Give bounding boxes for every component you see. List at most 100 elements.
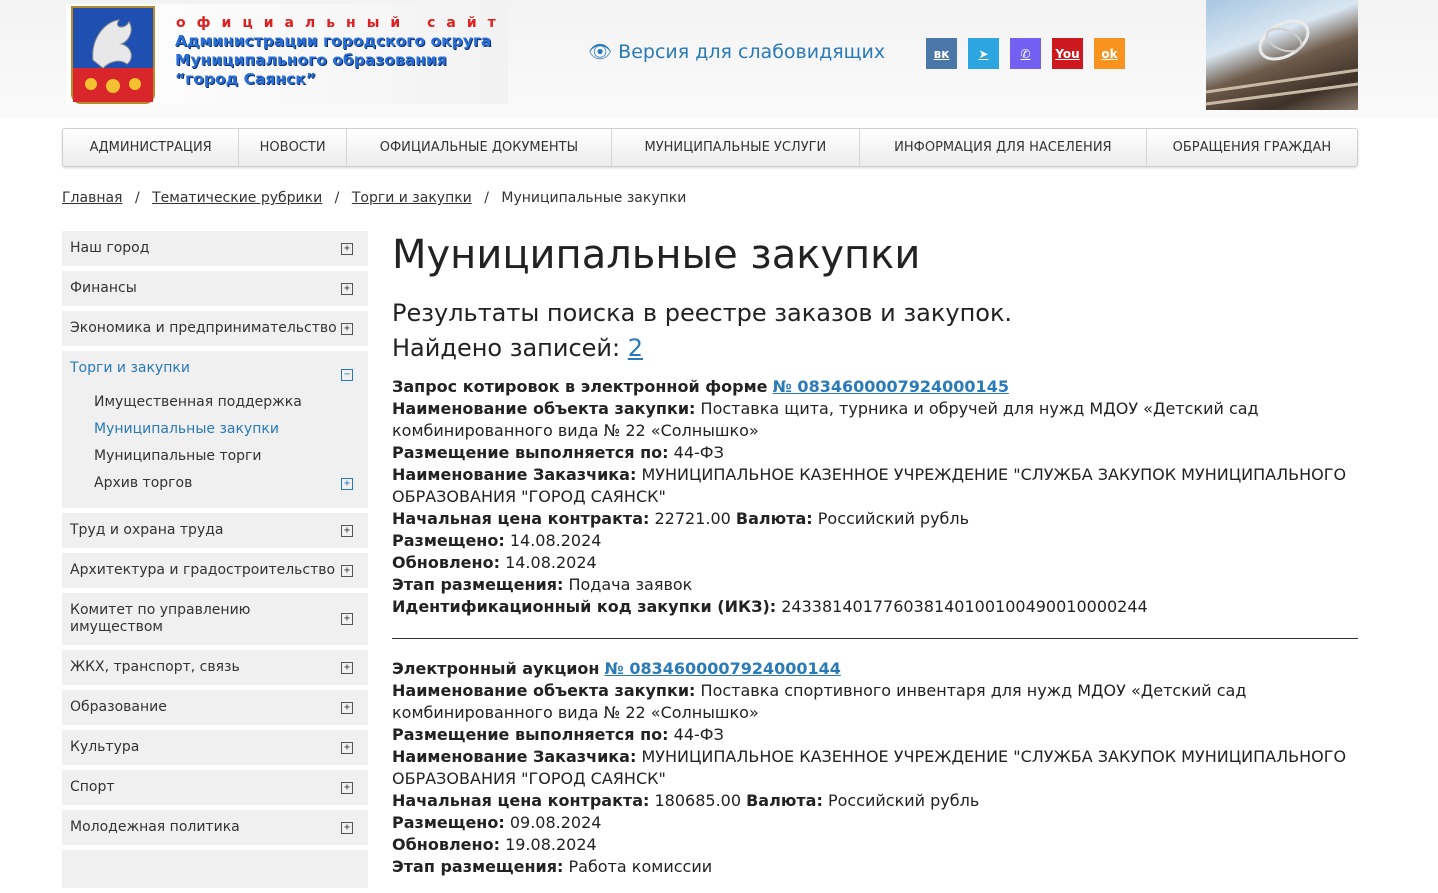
telegram-icon[interactable]: ➤	[968, 38, 999, 69]
sidebar-item-finance[interactable]: Финансы +	[62, 271, 368, 306]
sidebar-item-label: Экономика и предпринимательство	[70, 320, 337, 336]
sidebar-item-education[interactable]: Образование +	[62, 690, 368, 725]
field-label: Обновлено:	[392, 835, 500, 854]
nav-item-official-documents[interactable]: Официальные документы	[347, 129, 612, 166]
expand-plus-icon[interactable]: +	[341, 564, 353, 577]
sidebar-item-youth-policy[interactable]: Молодежная политика +	[62, 810, 368, 845]
field-label: Валюта:	[746, 791, 823, 810]
page-title: Муниципальные закупки	[392, 232, 921, 278]
expand-plus-icon[interactable]: +	[341, 477, 353, 490]
field-label: Наименование Заказчика:	[392, 747, 637, 766]
coat-of-arms-icon	[71, 6, 155, 104]
record-type: Запрос котировок в электронной форме	[392, 377, 768, 396]
vk-icon[interactable]: вк	[926, 38, 957, 69]
site-name-line: “город Саянск”	[175, 70, 316, 88]
record-currency: Российский рубль	[827, 791, 980, 810]
site-logo[interactable]: официальный сайт Администрации городског…	[66, 4, 508, 104]
record-divider	[392, 638, 1358, 639]
expand-plus-icon[interactable]: +	[341, 524, 353, 537]
record-updated-date: 14.08.2024	[505, 553, 597, 572]
main-content: Муниципальные закупки Результаты поиска …	[392, 228, 1358, 878]
nav-item-municipal-services[interactable]: Муниципальные услуги	[612, 129, 860, 166]
record-type: Электронный аукцион	[392, 659, 600, 678]
field-label: Начальная цена контракта:	[392, 791, 650, 810]
viber-icon[interactable]: ✆	[1010, 38, 1041, 69]
breadcrumb-section[interactable]: Торги и закупки	[352, 190, 472, 206]
sidebar-item-architecture[interactable]: Архитектура и градостроительство +	[62, 553, 368, 588]
field-label: Идентификационный код закупки (ИКЗ):	[392, 597, 777, 616]
site-header: официальный сайт Администрации городског…	[0, 0, 1438, 118]
youtube-icon[interactable]: You	[1052, 38, 1083, 69]
field-label: Этап размещения:	[392, 575, 564, 594]
record-law: 44-ФЗ	[673, 725, 724, 744]
breadcrumb-separator: /	[334, 190, 340, 206]
expand-plus-icon[interactable]: +	[341, 661, 353, 674]
sidebar-item-label: Образование	[70, 699, 167, 715]
sidebar-item-label: Спорт	[70, 779, 115, 795]
field-label: Наименование объекта закупки:	[392, 399, 696, 418]
breadcrumb-current: Муниципальные закупки	[501, 190, 687, 206]
expand-plus-icon[interactable]: +	[341, 282, 353, 295]
sidebar-subitem-tender-archive[interactable]: Архив торгов +	[70, 470, 353, 497]
field-label: Наименование Заказчика:	[392, 465, 637, 484]
sidebar-item-labor[interactable]: Труд и охрана труда +	[62, 513, 368, 548]
sidebar-subitem-municipal-auctions[interactable]: Муниципальные торги	[70, 443, 338, 470]
nav-item-administration[interactable]: Администрация	[63, 129, 240, 166]
social-links: вк ➤ ✆ You ok	[926, 38, 1125, 69]
sidebar-item-economy[interactable]: Экономика и предпринимательство +	[62, 311, 368, 346]
sidebar-subitem-property-support[interactable]: Имущественная поддержка	[70, 389, 338, 416]
sidebar-item-label: Комитет по управлению имуществом	[70, 602, 251, 635]
sidebar-item-property-committee[interactable]: Комитет по управлению имуществом +	[62, 593, 368, 645]
expand-plus-icon[interactable]: +	[341, 322, 353, 335]
record-updated-date: 19.08.2024	[505, 835, 597, 854]
expand-plus-icon[interactable]: +	[341, 781, 353, 794]
eye-icon: 👁	[588, 41, 613, 63]
breadcrumb-home[interactable]: Главная	[62, 190, 122, 206]
expand-plus-icon[interactable]: +	[341, 741, 353, 754]
odnoklassniki-icon[interactable]: ok	[1094, 38, 1125, 69]
field-label: Этап размещения:	[392, 857, 564, 876]
nav-item-news[interactable]: Новости	[239, 129, 347, 166]
record-placed-date: 09.08.2024	[509, 813, 602, 832]
record-price: 22721.00	[654, 509, 731, 528]
field-label: Размещено:	[392, 531, 505, 550]
sidebar-item-label: Труд и охрана труда	[70, 522, 224, 538]
site-tagline: официальный сайт	[176, 15, 507, 31]
expand-plus-icon[interactable]: +	[341, 821, 353, 834]
records-found-count[interactable]: 2	[628, 334, 643, 362]
record-currency: Российский рубль	[817, 509, 970, 528]
record-price: 180685.00	[654, 791, 742, 810]
records-found-label: Найдено записей:	[392, 334, 621, 362]
sidebar-subitem-municipal-purchases[interactable]: Муниципальные закупки	[70, 416, 338, 443]
breadcrumb-separator: /	[484, 190, 489, 206]
main-nav: Администрация Новости Официальные докуме…	[62, 128, 1358, 167]
breadcrumb-rubrics[interactable]: Тематические рубрики	[152, 190, 322, 206]
nav-item-citizen-appeals[interactable]: Обращения граждан	[1147, 129, 1357, 166]
nav-item-info-for-citizens[interactable]: Информация для населения	[860, 129, 1147, 166]
expand-plus-icon[interactable]: +	[341, 242, 353, 255]
sidebar-item-sport[interactable]: Спорт +	[62, 770, 368, 805]
record-placed-date: 14.08.2024	[509, 531, 602, 550]
sidebar-item-our-city[interactable]: Наш город +	[62, 231, 368, 266]
record-stage: Работа комиссии	[568, 857, 713, 876]
sidebar-item-label: Молодежная политика	[70, 819, 240, 835]
sidebar-item-label: Культура	[70, 739, 140, 755]
sidebar-item-more[interactable]	[62, 850, 368, 888]
record-number-link[interactable]: № 0834600007924000145	[773, 377, 1009, 396]
expand-plus-icon[interactable]: +	[341, 701, 353, 714]
low-vision-label: Версия для слабовидящих	[618, 41, 886, 63]
sidebar-item-label: Наш город	[70, 240, 150, 256]
sidebar-item-tenders[interactable]: Торги и закупки − Имущественная поддержк…	[62, 351, 368, 508]
sidebar-item-housing[interactable]: ЖКХ, транспорт, связь +	[62, 650, 368, 685]
record-stage: Подача заявок	[568, 575, 693, 594]
search-results-subtitle: Результаты поиска в реестре заказов и за…	[392, 299, 1013, 327]
low-vision-version-link[interactable]: 👁 Версия для слабовидящих	[588, 40, 885, 63]
field-label: Валюта:	[735, 509, 813, 528]
record-law: 44-ФЗ	[673, 443, 724, 462]
sidebar: Наш город + Финансы + Экономика и предприн…	[62, 231, 368, 893]
record-number-link[interactable]: № 0834600007924000144	[605, 659, 841, 678]
collapse-minus-icon[interactable]: −	[341, 369, 353, 381]
site-name-line: Администрации городского округа	[175, 32, 492, 50]
expand-plus-icon[interactable]: +	[341, 613, 353, 625]
sidebar-item-culture[interactable]: Культура +	[62, 730, 368, 765]
